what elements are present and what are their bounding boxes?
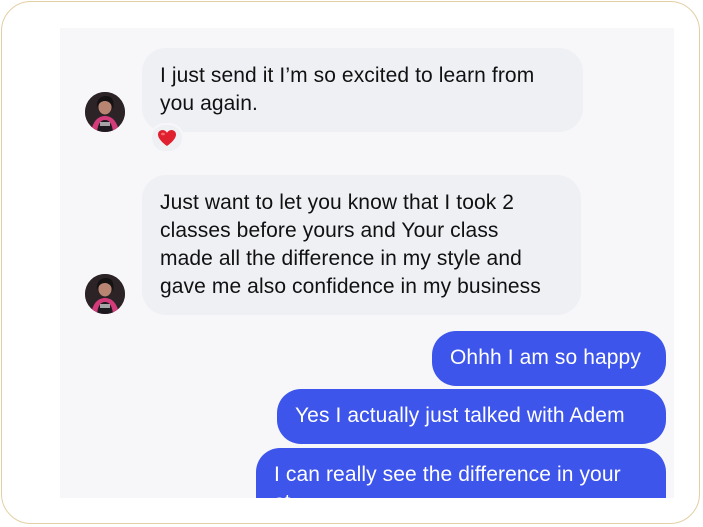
- heart-icon: [158, 130, 176, 146]
- screenshot-frame: I just send it I’m so excited to learn f…: [1, 1, 700, 524]
- message-bubble-incoming[interactable]: Just want to let you know that I took 2 …: [142, 175, 581, 315]
- message-line: I can really see the difference in your: [274, 463, 621, 486]
- message-bubble-outgoing[interactable]: Yes I actually just talked with Adem: [277, 389, 666, 444]
- message-line: made all the difference in my style and: [160, 247, 522, 270]
- message-line: you again.: [160, 92, 258, 115]
- message-line: classes before yours and Your class: [160, 219, 499, 242]
- message-bubble-outgoing[interactable]: I can really see the difference in your …: [256, 448, 666, 498]
- message-bubble-incoming[interactable]: I just send it I’m so excited to learn f…: [142, 48, 583, 132]
- message-line: st: [274, 489, 648, 498]
- message-line: I just send it I’m so excited to learn f…: [160, 64, 535, 87]
- chat-thread[interactable]: I just send it I’m so excited to learn f…: [60, 28, 674, 498]
- message-reaction[interactable]: [150, 123, 184, 153]
- avatar-photo-icon: [85, 274, 125, 314]
- message-line: Yes I actually just talked with Adem: [295, 404, 625, 427]
- avatar-photo-icon: [85, 92, 125, 132]
- message-bubble-outgoing[interactable]: Ohhh I am so happy: [432, 331, 666, 386]
- message-line: Just want to let you know that I took 2: [160, 191, 515, 214]
- message-line: Ohhh I am so happy: [450, 346, 641, 369]
- contact-avatar[interactable]: [85, 92, 125, 132]
- message-line: gave me also confidence in my business: [160, 275, 541, 298]
- contact-avatar[interactable]: [85, 274, 125, 314]
